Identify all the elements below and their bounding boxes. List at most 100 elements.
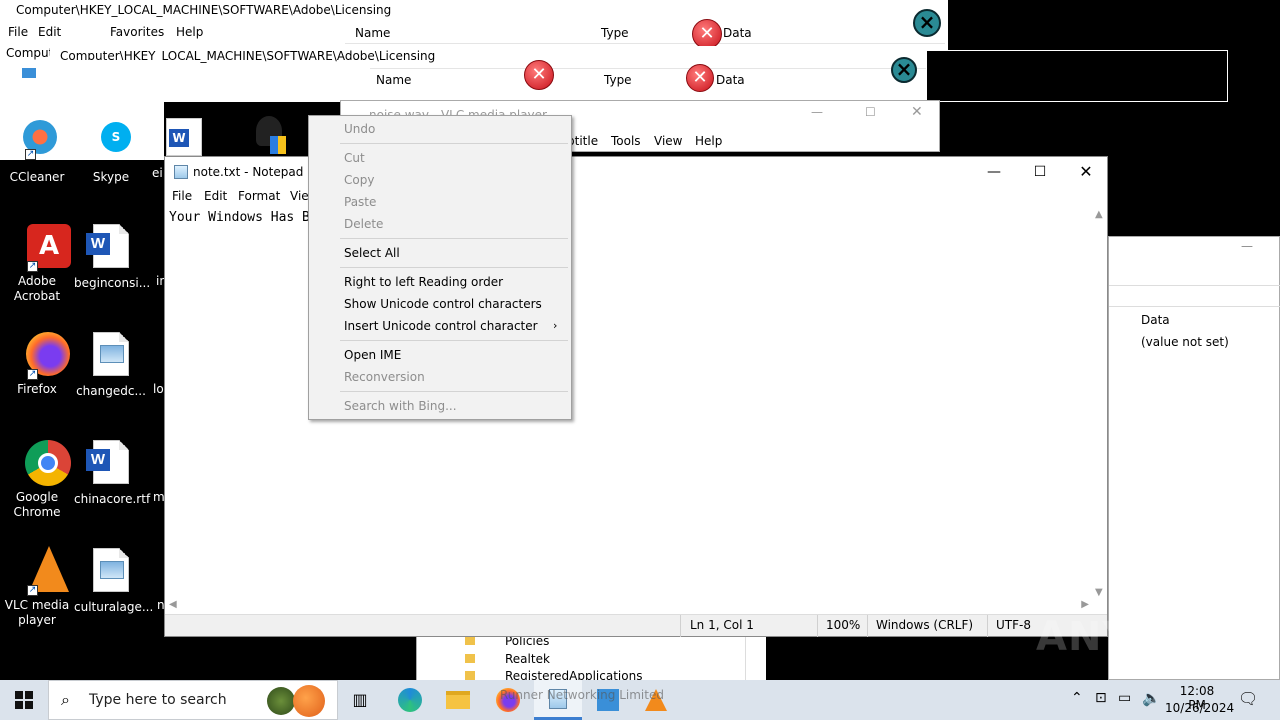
menu-item-open-ime[interactable]: Open IME xyxy=(310,344,570,366)
scroll-down-arrow[interactable]: ▼ xyxy=(1095,587,1103,598)
desktop-icon-google-chrome[interactable]: Google Chrome xyxy=(0,438,74,520)
desktop-icon-ccleaner[interactable]: ↗ CCleaner xyxy=(0,118,74,185)
search-placeholder: Type here to search xyxy=(89,692,227,708)
menu-separator xyxy=(340,340,568,341)
menu-separator xyxy=(340,143,568,144)
vlc-menu-help[interactable]: Help xyxy=(695,134,722,148)
notepad-window[interactable]: note.txt - Notepad — ☐ ✕ File Edit Forma… xyxy=(164,156,1108,637)
network-icon[interactable]: ▭ xyxy=(1118,690,1131,706)
desktop-icon-vlc[interactable]: ↗ VLC media player xyxy=(0,546,74,628)
menu-item-show-unicode-control[interactable]: Show Unicode control characters xyxy=(310,293,570,315)
data-column-header[interactable]: Data xyxy=(1141,313,1170,327)
registry-title-mid: Computer\HKEY_LOCAL_MACHINE\SOFTWARE\Ado… xyxy=(60,49,436,63)
menu-item-select-all[interactable]: Select All xyxy=(310,242,570,264)
taskbar-glitch-text: Runner Networking Limited xyxy=(500,688,664,702)
error-icon: ✕ xyxy=(686,64,714,92)
status-position: Ln 1, Col 1 xyxy=(680,615,815,637)
start-button[interactable] xyxy=(0,680,48,720)
notepad-menu-bar: File Edit Format View xyxy=(165,187,1107,207)
desktop-icon-adobe-acrobat[interactable]: A ↗ Adobe Acrobat xyxy=(0,222,74,304)
menu-edit[interactable]: Edit xyxy=(204,189,227,203)
notepad-text-area[interactable]: Your Windows Has B xyxy=(165,209,1093,598)
menu-item-search-bing[interactable]: Search with Bing... xyxy=(310,395,570,417)
word-file-icon: W xyxy=(86,440,129,484)
close-button[interactable]: ✕ xyxy=(1063,157,1109,187)
close-circle-icon[interactable]: × xyxy=(913,9,941,37)
maximize-button[interactable]: ☐ xyxy=(1017,157,1063,187)
volume-icon[interactable]: 🔈 xyxy=(1142,689,1161,707)
desktop-icon-skype[interactable]: S Skype xyxy=(74,118,148,185)
registry-editor-window-mid[interactable]: Computer\HKEY_LOCAL_MACHINE\SOFTWARE\Ado… xyxy=(50,46,928,102)
status-line-ending: Windows (CRLF) xyxy=(867,615,987,637)
menu-item-copy[interactable]: Copy xyxy=(310,169,570,191)
menu-file[interactable]: File xyxy=(172,189,192,203)
menu-item-paste[interactable]: Paste xyxy=(310,191,570,213)
col-name[interactable]: Name xyxy=(355,26,390,40)
desktop-icon-chinacore[interactable]: W chinacore.rtf xyxy=(74,438,150,507)
task-view-icon[interactable]: ▥ xyxy=(336,680,384,720)
menu-favorites[interactable]: Favorites xyxy=(110,25,164,39)
vlc-menu-view[interactable]: View xyxy=(654,134,682,148)
menu-item-delete[interactable]: Delete xyxy=(310,213,570,235)
col-type[interactable]: Type xyxy=(601,26,629,40)
menu-view[interactable]: View xyxy=(290,189,310,203)
vlc-menu-tools[interactable]: Tools xyxy=(611,134,641,148)
desktop-icon-changedc[interactable]: changedc... xyxy=(74,330,148,399)
tree-separator xyxy=(745,636,765,680)
scroll-right-arrow[interactable]: ▶ xyxy=(1081,599,1089,610)
taskbar-search-box[interactable]: ⌕ Type here to search xyxy=(48,680,338,720)
pane-divider xyxy=(1109,285,1280,307)
context-menu: Undo Cut Copy Paste Delete Select All Ri… xyxy=(308,115,572,420)
menu-separator xyxy=(340,238,568,239)
data-value: (value not set) xyxy=(1141,335,1229,349)
search-icon: ⌕ xyxy=(61,690,70,709)
scroll-left-arrow[interactable]: ◀ xyxy=(169,599,177,610)
registry-column-header: Name Type Data xyxy=(345,22,945,44)
menu-item-rtl-reading-order[interactable]: Right to left Reading order xyxy=(310,271,570,293)
word-doc-icon: W xyxy=(166,118,202,156)
registry-menu: File Edit Favorites Help xyxy=(0,22,340,42)
col-type-mid[interactable]: Type xyxy=(604,73,632,87)
menu-item-undo[interactable]: Undo xyxy=(310,118,570,140)
registry-column-header-mid: Name Type Data xyxy=(370,68,926,90)
ccleaner-icon: ↗ xyxy=(13,118,61,166)
scroll-up-arrow[interactable]: ▲ xyxy=(1095,209,1103,220)
desktop-icon-culturalage[interactable]: culturalage... xyxy=(74,546,153,615)
edge-icon[interactable] xyxy=(386,680,434,720)
menu-item-reconversion[interactable]: Reconversion xyxy=(310,366,570,388)
vlc-maximize-button[interactable]: ☐ xyxy=(865,105,876,119)
status-bar: Ln 1, Col 1 100% Windows (CRLF) UTF-8 xyxy=(165,614,1107,637)
search-highlight-icon xyxy=(267,687,295,715)
word-file-icon: W xyxy=(86,224,129,268)
registry-title: Computer\HKEY_LOCAL_MACHINE\SOFTWARE\Ado… xyxy=(16,3,392,17)
notepad-titlebar[interactable]: note.txt - Notepad — ☐ ✕ xyxy=(165,157,1107,187)
black-panel xyxy=(926,50,1228,102)
menu-item-cut[interactable]: Cut xyxy=(310,147,570,169)
show-hidden-icons-chevron[interactable]: ⌃ xyxy=(1071,690,1083,706)
network-status-icon[interactable]: ⊡ xyxy=(1095,690,1107,706)
status-zoom: 100% xyxy=(817,615,867,637)
desktop-icon-firefox[interactable]: ↗ Firefox xyxy=(0,330,74,397)
menu-edit[interactable]: Edit xyxy=(38,25,61,39)
horizontal-scrollbar[interactable]: ◀ ▶ xyxy=(165,598,1093,614)
shield-person-icon xyxy=(248,116,288,156)
clock-date[interactable]: 10/26/2024 xyxy=(1165,701,1234,715)
menu-item-insert-unicode-control[interactable]: Insert Unicode control character xyxy=(310,315,570,337)
menu-format[interactable]: Format xyxy=(238,189,280,203)
vertical-scrollbar[interactable]: ▲ ▼ xyxy=(1093,209,1107,598)
col-name-mid[interactable]: Name xyxy=(376,73,411,87)
image-file-icon xyxy=(93,332,129,376)
vlc-minimize-button[interactable]: — xyxy=(811,105,823,119)
desktop-icon-beginconsi[interactable]: W beginconsi... xyxy=(74,222,150,291)
col-data-mid[interactable]: Data xyxy=(716,73,745,87)
notifications-icon[interactable]: 🗨 xyxy=(1238,689,1258,708)
minimize-button[interactable]: — xyxy=(971,157,1017,187)
close-circle-icon[interactable]: × xyxy=(891,57,917,83)
menu-help[interactable]: Help xyxy=(176,25,203,39)
notepad-title: note.txt - Notepad xyxy=(193,165,304,179)
menu-file[interactable]: File xyxy=(8,25,28,39)
search-highlight-icon xyxy=(293,685,325,717)
vlc-close-button[interactable]: ✕ xyxy=(911,104,923,120)
file-explorer-icon[interactable] xyxy=(434,680,482,720)
col-data[interactable]: Data xyxy=(723,26,752,40)
